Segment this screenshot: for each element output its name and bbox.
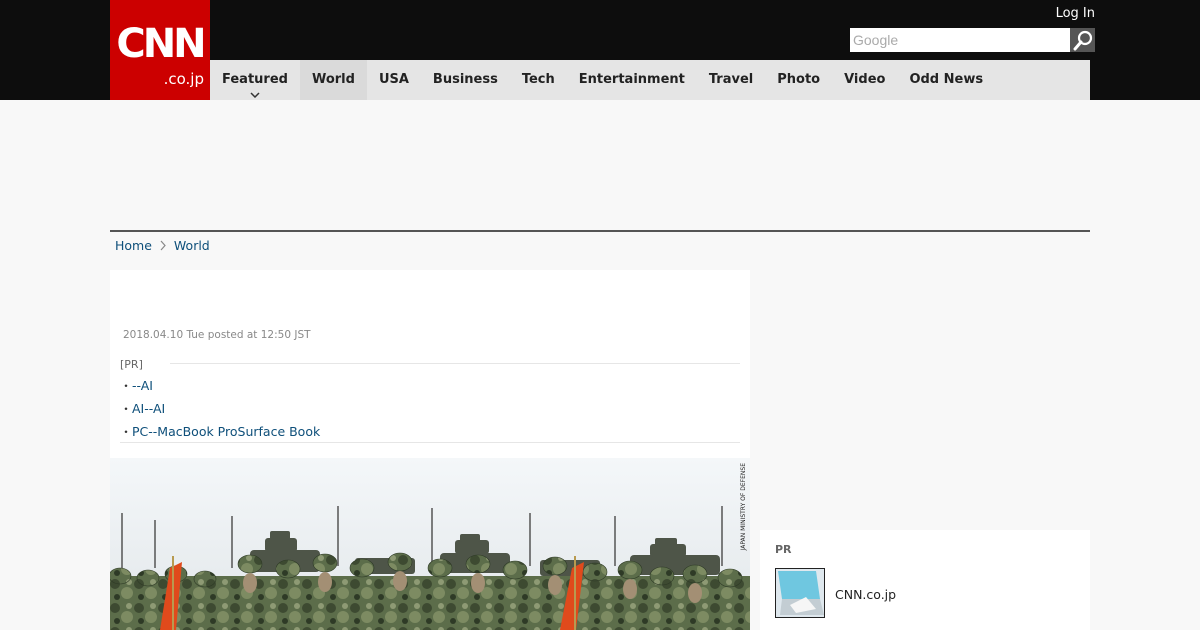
pr-link[interactable]: PC--MacBook ProSurface Book [132, 424, 320, 439]
breadcrumb: Home World [115, 238, 210, 253]
nav-odd-news[interactable]: Odd News [897, 60, 995, 100]
section-divider [110, 230, 1090, 232]
nav-label: Video [844, 72, 886, 87]
list-item[interactable]: ・ --AI [120, 374, 320, 397]
nav-label: Tech [521, 72, 555, 87]
nav-label: USA [378, 72, 409, 87]
sidebar-pr-label: PR [775, 543, 792, 556]
logo-domain: .co.jp [163, 70, 204, 88]
nav-world[interactable]: World [299, 60, 367, 100]
bullet: ・ [120, 402, 133, 416]
nav-featured[interactable]: Featured [210, 60, 300, 100]
nav-label: Odd News [909, 72, 984, 87]
nav-label: Travel [708, 72, 754, 87]
cnn-logo[interactable]: CNN .co.jp [110, 0, 210, 100]
login-link[interactable]: Log In [1056, 6, 1095, 21]
pr-label: [PR] [120, 358, 143, 371]
search-input[interactable]: Google [850, 28, 1070, 52]
pr-divider-bottom [120, 442, 740, 443]
list-item[interactable]: ・ PC--MacBook ProSurface Book [120, 420, 320, 443]
nav-tech[interactable]: Tech [510, 60, 567, 100]
article-card: 2018.04.10 Tue posted at 12:50 JST [PR] … [110, 270, 750, 630]
nav-photo[interactable]: Photo [765, 60, 832, 100]
list-item[interactable]: ・ AI--AI [120, 397, 320, 420]
article-photo[interactable]: JAPAN MINISTRY OF DEFENSE [110, 458, 750, 630]
chevron-right-icon [160, 240, 166, 251]
pr-link[interactable]: AI--AI [132, 401, 165, 416]
breadcrumb-world[interactable]: World [174, 238, 210, 253]
bullet: ・ [120, 379, 133, 393]
breadcrumb-home[interactable]: Home [115, 238, 152, 253]
nav-label: World [311, 72, 355, 87]
sidebar-item-title[interactable]: CNN.co.jp [835, 587, 896, 602]
pr-divider-top [170, 363, 740, 364]
nav-travel[interactable]: Travel [697, 60, 765, 100]
nav-business[interactable]: Business [421, 60, 510, 100]
pr-link-list: ・ --AI ・ AI--AI ・ PC--MacBook ProSurface Bo… [120, 374, 320, 443]
nav-usa[interactable]: USA [367, 60, 421, 100]
posted-timestamp: 2018.04.10 Tue posted at 12:50 JST [123, 329, 311, 341]
search-icon [1073, 30, 1093, 51]
pr-link[interactable]: --AI [132, 378, 153, 393]
nav-label: Photo [777, 72, 821, 87]
main-nav: Featured World USA Business Tech Enterta… [210, 60, 1090, 100]
sidebar-thumbnail[interactable] [775, 568, 825, 618]
nav-video[interactable]: Video [832, 60, 897, 100]
search-button[interactable] [1070, 28, 1095, 52]
laptop-image [776, 569, 824, 617]
soldiers-photo [110, 458, 750, 630]
nav-entertainment[interactable]: Entertainment [567, 60, 697, 100]
top-bar: CNN .co.jp Log In Google Featured World … [0, 0, 1200, 100]
photo-credit: JAPAN MINISTRY OF DEFENSE [740, 463, 747, 551]
sidebar-pr-box: PR CNN.co.jp [760, 530, 1090, 630]
nav-label: Business [432, 72, 498, 87]
bullet: ・ [120, 425, 133, 439]
ad-area [110, 100, 1090, 230]
nav-label: Featured [222, 72, 288, 87]
logo-text: CNN [116, 21, 206, 67]
chevron-down-icon [250, 92, 260, 98]
nav-label: Entertainment [578, 72, 685, 87]
